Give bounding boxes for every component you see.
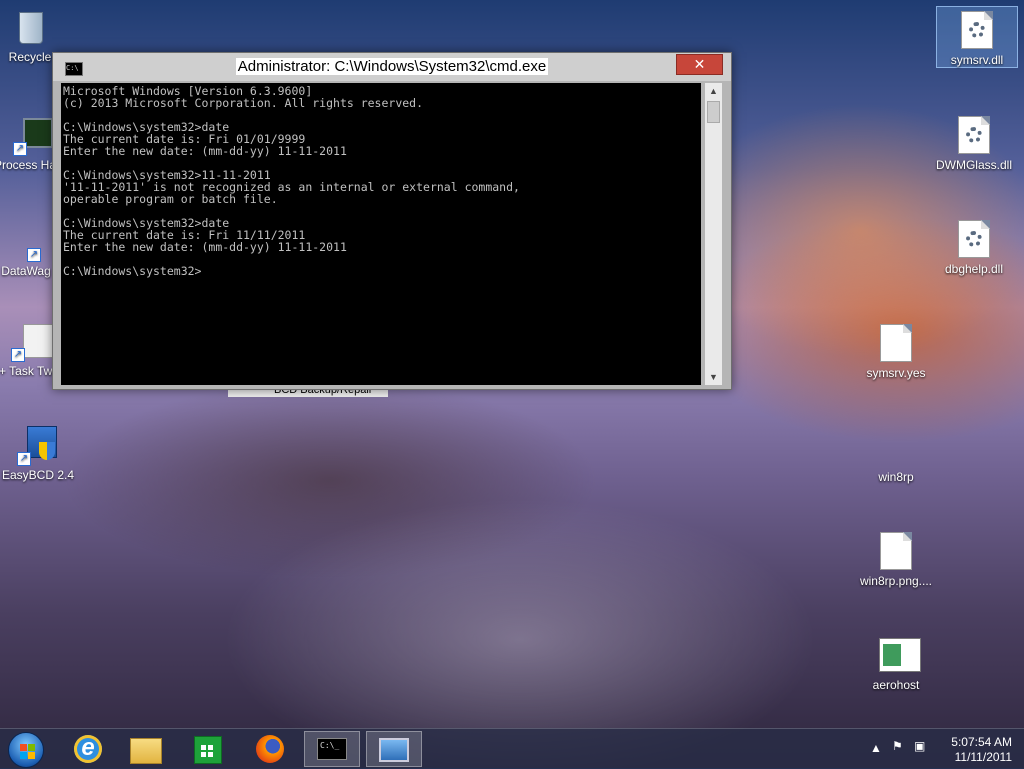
console-text: Microsoft Windows [Version 6.3.9600] (c)… bbox=[63, 84, 520, 278]
easybcd-icon: ↗ bbox=[17, 426, 57, 466]
desktop-icon-label: win8rp.png.... bbox=[859, 574, 933, 588]
dll-file-icon bbox=[957, 220, 991, 258]
desktop-icon-dbghelp-dll[interactable]: dbghelp.dll bbox=[934, 220, 1014, 276]
network-icon[interactable]: ▣ bbox=[914, 739, 925, 753]
datawag-icon: ↗ bbox=[9, 238, 43, 262]
dll-file-icon bbox=[957, 116, 991, 154]
action-center-flag-icon[interactable]: ⚑ bbox=[892, 739, 903, 753]
desktop-icon-symsrv-dll[interactable]: symsrv.dll bbox=[936, 6, 1018, 68]
process-hacker-icon: ↗ bbox=[13, 116, 53, 156]
shortcut-arrow-icon: ↗ bbox=[11, 348, 25, 362]
store-icon bbox=[194, 736, 222, 764]
windows-orb-icon bbox=[8, 732, 44, 768]
computer-icon bbox=[379, 738, 409, 762]
desktop-icon-label: DWMGlass.dll bbox=[935, 158, 1012, 172]
clock-date: 11/11/2011 bbox=[954, 750, 1012, 764]
start-button[interactable] bbox=[6, 730, 46, 768]
console-output[interactable]: Microsoft Windows [Version 6.3.9600] (c)… bbox=[61, 83, 701, 385]
scroll-up-icon[interactable]: ▲ bbox=[705, 83, 722, 99]
blank-file-icon bbox=[879, 532, 913, 570]
scroll-thumb[interactable] bbox=[707, 101, 720, 123]
taskbar-store[interactable] bbox=[180, 731, 236, 767]
taskbar: e C:\_ ▲ ⚑ ▣ 5:07:54 AM 11/11/2011 bbox=[0, 728, 1024, 769]
cmd-icon: C:\_ bbox=[317, 738, 347, 760]
window-title: Administrator: C:\Windows\System32\cmd.e… bbox=[235, 58, 549, 75]
shortcut-arrow-icon: ↗ bbox=[17, 452, 31, 466]
task-tweaker-icon: ↗ bbox=[11, 322, 53, 362]
taskbar-firefox[interactable] bbox=[242, 731, 298, 767]
desktop-icon-label: symsrv.yes bbox=[866, 366, 926, 380]
shortcut-arrow-icon: ↗ bbox=[27, 248, 41, 262]
taskbar-ie[interactable]: e bbox=[60, 731, 116, 767]
system-clock[interactable]: 5:07:54 AM 11/11/2011 bbox=[951, 735, 1012, 765]
desktop-icon-symsrv-yes[interactable]: symsrv.yes bbox=[856, 324, 936, 380]
desktop-icon-label: symsrv.dll bbox=[950, 53, 1004, 67]
desktop-icon-easybcd[interactable]: ↗ EasyBCD 2.4 bbox=[0, 426, 78, 482]
show-hidden-icons-icon[interactable]: ▲ bbox=[870, 741, 882, 755]
desktop-icon-label: win8rp bbox=[878, 470, 914, 484]
desktop-icon-dwmglass-dll[interactable]: DWMGlass.dll bbox=[934, 116, 1014, 172]
desktop-icon-win8rp[interactable]: win8rp bbox=[856, 428, 936, 484]
close-button[interactable]: ✕ bbox=[676, 54, 723, 75]
dll-file-icon bbox=[960, 11, 994, 49]
desktop-icon-aerohost[interactable]: aerohost bbox=[856, 636, 936, 692]
vertical-scrollbar[interactable]: ▲ ▼ bbox=[705, 83, 722, 385]
shortcut-arrow-icon: ↗ bbox=[13, 142, 27, 156]
taskbar-file-explorer[interactable] bbox=[118, 731, 174, 767]
desktop-icon-label: EasyBCD 2.4 bbox=[1, 468, 75, 482]
scroll-down-icon[interactable]: ▼ bbox=[705, 369, 722, 385]
clock-time: 5:07:54 AM bbox=[951, 735, 1012, 749]
win8rp-icon bbox=[879, 428, 913, 466]
recycle-bin-icon bbox=[13, 8, 47, 46]
cmd-window[interactable]: C:\ Administrator: C:\Windows\System32\c… bbox=[52, 52, 732, 390]
ie-icon: e bbox=[74, 735, 102, 763]
aerohost-icon bbox=[879, 636, 921, 674]
blank-file-icon bbox=[879, 324, 913, 362]
firefox-icon bbox=[256, 735, 284, 763]
taskbar-computer-app[interactable] bbox=[366, 731, 422, 767]
desktop-icon-win8rp-png[interactable]: win8rp.png.... bbox=[856, 532, 936, 588]
folder-icon bbox=[130, 738, 162, 764]
desktop-icon-label: aerohost bbox=[872, 678, 920, 692]
title-bar[interactable]: C:\ Administrator: C:\Windows\System32\c… bbox=[53, 53, 731, 81]
taskbar-command-prompt[interactable]: C:\_ bbox=[304, 731, 360, 767]
desktop-icon-label: dbghelp.dll bbox=[944, 262, 1004, 276]
